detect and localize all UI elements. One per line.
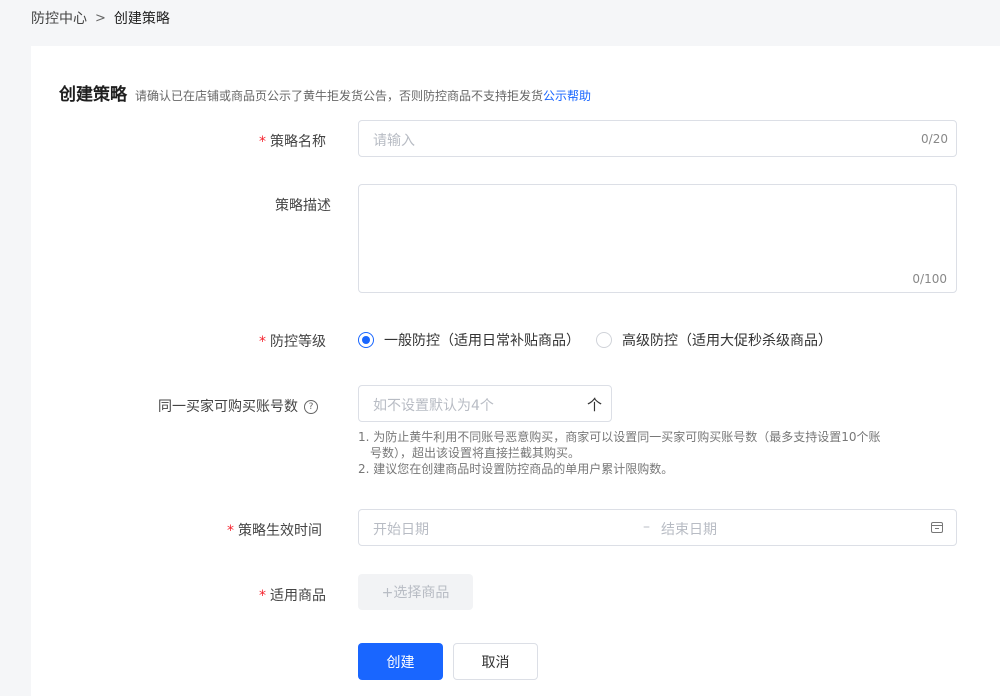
- date-range-picker[interactable]: 开始日期 – 结束日期: [358, 509, 957, 546]
- strategy-name-counter: 0/20: [921, 132, 948, 146]
- question-circle-icon[interactable]: ?: [304, 400, 318, 414]
- calendar-icon[interactable]: [931, 522, 943, 533]
- strategy-description-textarea[interactable]: 0/100: [358, 184, 957, 293]
- protection-level-label: * 防控等级: [259, 334, 326, 350]
- account-limit-label: 同一买家可购买账号数?: [158, 396, 318, 416]
- strategy-name-label: * 策略名称: [259, 134, 326, 150]
- page-header: 创建策略 请确认已在店铺或商品页公示了黄牛拒发货公告，否则防控商品不支持拒发货公…: [59, 80, 591, 105]
- breadcrumb-current: 创建策略: [113, 11, 170, 27]
- create-button[interactable]: 创建: [358, 643, 443, 680]
- required-mark: *: [259, 134, 266, 150]
- page-title: 创建策略: [59, 85, 127, 105]
- required-mark: *: [227, 523, 234, 539]
- radio-advanced-label: 高级防控（适用大促秒杀级商品）: [622, 333, 832, 349]
- breadcrumb-parent-link[interactable]: 防控中心: [31, 8, 87, 28]
- end-date-placeholder[interactable]: 结束日期: [661, 519, 717, 539]
- notice-help-link[interactable]: 公示帮助: [543, 89, 591, 103]
- stepper-glyph[interactable]: 个: [587, 394, 602, 415]
- effective-time-label: * 策略生效时间: [227, 523, 322, 539]
- form-panel: 创建策略 请确认已在店铺或商品页公示了黄牛拒发货公告，否则防控商品不支持拒发货公…: [31, 46, 1000, 696]
- select-products-button[interactable]: +选择商品: [358, 574, 473, 610]
- applicable-products-label: * 适用商品: [259, 588, 326, 604]
- cancel-button[interactable]: 取消: [453, 643, 538, 680]
- required-mark: *: [259, 588, 266, 604]
- required-mark: *: [259, 334, 266, 350]
- account-limit-stepper[interactable]: 如不设置默认为4个 个: [358, 385, 612, 422]
- strategy-name-input[interactable]: 请输入 0/20: [358, 120, 957, 157]
- radio-general-protection[interactable]: 一般防控（适用日常补贴商品）: [358, 330, 580, 350]
- date-range-separator: –: [643, 519, 650, 535]
- radio-unchecked-icon: [596, 332, 612, 348]
- start-date-placeholder[interactable]: 开始日期: [373, 519, 429, 539]
- notice-message: 请确认已在店铺或商品页公示了黄牛拒发货公告，否则防控商品不支持拒发货: [135, 89, 544, 103]
- breadcrumb: 防控中心 > 创建策略: [31, 8, 170, 28]
- hint-1-line-1: 1. 为防止黄牛利用不同账号恶意购买，商家可以设置同一买家可购买账号数（最多支持…: [358, 430, 881, 444]
- account-limit-placeholder: 如不设置默认为4个: [373, 398, 494, 414]
- radio-checked-icon: [358, 332, 374, 348]
- notice-text: 请确认已在店铺或商品页公示了黄牛拒发货公告，否则防控商品不支持拒发货公示帮助: [135, 87, 591, 104]
- hint-1-line-2: 号数），超出该设置将直接拦截其购买。: [370, 446, 581, 460]
- strategy-description-label: 策略描述: [275, 198, 331, 214]
- hint-2: 2. 建议您在创建商品时设置防控商品的单用户累计限购数。: [358, 462, 674, 476]
- strategy-name-placeholder: 请输入: [373, 133, 415, 149]
- protection-level-radio-group: 一般防控（适用日常补贴商品） 高级防控（适用大促秒杀级商品）: [358, 330, 832, 350]
- strategy-description-counter: 0/100: [912, 272, 947, 286]
- breadcrumb-separator: >: [95, 10, 106, 26]
- radio-advanced-protection[interactable]: 高级防控（适用大促秒杀级商品）: [596, 330, 832, 350]
- account-limit-hints: 1. 为防止黄牛利用不同账号恶意购买，商家可以设置同一买家可购买账号数（最多支持…: [358, 429, 881, 477]
- radio-general-label: 一般防控（适用日常补贴商品）: [384, 333, 580, 349]
